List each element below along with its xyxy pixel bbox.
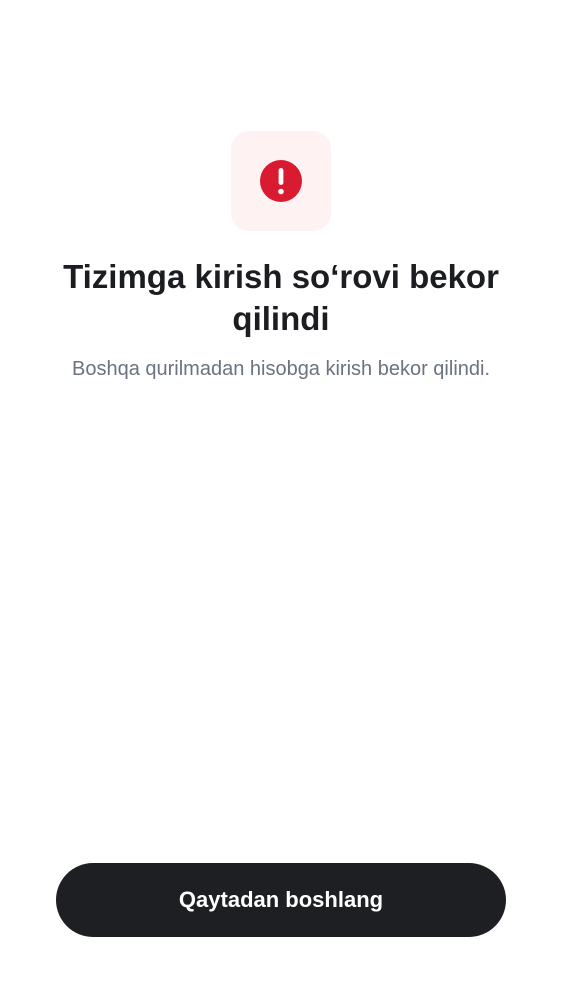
- page-title: Tizimga kirish so‘rovi bekor qilindi: [63, 258, 499, 337]
- error-exclamation-icon: [260, 160, 302, 202]
- status-icon-badge: [231, 131, 331, 231]
- page-subtitle: Boshqa qurilmadan hisobga kirish bekor q…: [71, 358, 491, 380]
- restart-button[interactable]: Qaytadan boshlang: [56, 863, 506, 937]
